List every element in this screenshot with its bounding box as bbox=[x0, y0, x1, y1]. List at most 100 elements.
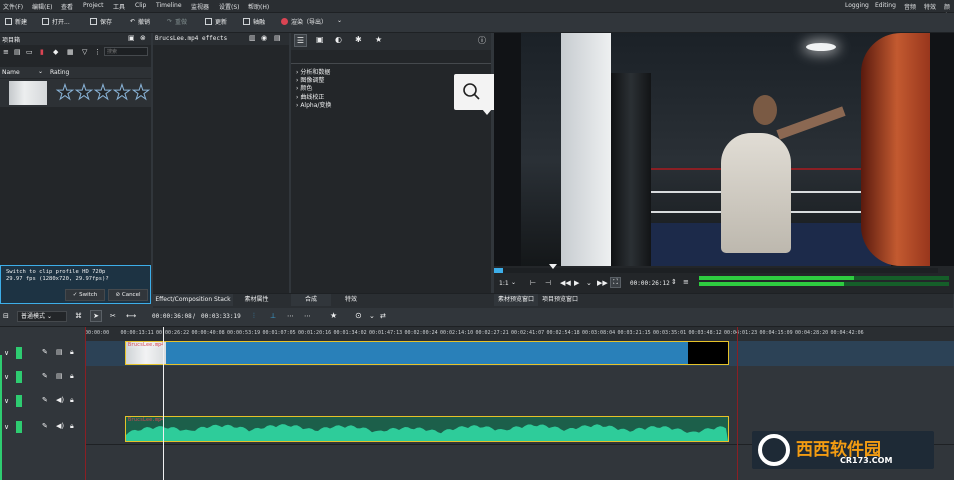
new-button[interactable]: 新建 bbox=[5, 17, 27, 26]
monitor-timecode[interactable]: 00:00:26:12 bbox=[630, 280, 670, 287]
speaker-icon[interactable]: ◀) bbox=[56, 422, 64, 430]
tab-effects[interactable]: 特效 bbox=[331, 294, 371, 306]
fast-forward-icon[interactable]: ▶▶ bbox=[597, 279, 608, 287]
open-button[interactable]: 打开... bbox=[42, 17, 70, 26]
set-out-icon[interactable]: ⊣ bbox=[545, 279, 551, 287]
col-sort-icon[interactable]: ⌄ bbox=[38, 68, 43, 75]
tab-clip-monitor[interactable]: 素材预览窗口 bbox=[494, 294, 538, 306]
list-icon[interactable]: ☰ bbox=[294, 34, 307, 47]
timeline-playhead[interactable] bbox=[163, 327, 164, 480]
tab-clip-properties[interactable]: 素材属性 bbox=[233, 294, 280, 306]
close-icon[interactable]: ⊗ bbox=[140, 34, 146, 42]
video-effects-icon[interactable]: ▣ bbox=[316, 35, 324, 44]
effects-category[interactable]: › 颜色 bbox=[296, 83, 312, 92]
rating-star-5[interactable]: ★ bbox=[132, 82, 151, 103]
lock-icon[interactable]: 🔒︎ bbox=[70, 422, 74, 431]
lock-icon[interactable]: 🔒︎ bbox=[70, 348, 74, 357]
workspace-editing[interactable]: Editing bbox=[875, 2, 896, 9]
zoom-select[interactable]: 1:1 bbox=[499, 280, 509, 287]
edit-icon[interactable]: ✎ bbox=[42, 422, 48, 430]
track-lane-v1[interactable] bbox=[85, 366, 954, 391]
lock-icon[interactable]: 🔒︎ bbox=[70, 396, 74, 405]
render-button[interactable]: 渲染（导出） bbox=[281, 17, 327, 26]
audio-effects-icon[interactable]: ◐ bbox=[335, 35, 342, 44]
menu-settings[interactable]: 设置(S) bbox=[219, 2, 240, 11]
target-icon[interactable]: ⊙ bbox=[355, 311, 362, 320]
list-view-icon[interactable]: ▦ bbox=[67, 48, 74, 56]
rating-star-3[interactable]: ★ bbox=[94, 82, 113, 103]
filter-icon[interactable]: ▽ bbox=[82, 48, 87, 56]
menu-icon[interactable]: ≡ bbox=[683, 278, 689, 286]
workspace-audio[interactable]: 音频 bbox=[904, 2, 916, 11]
edit-icon[interactable]: ✎ bbox=[42, 372, 48, 380]
workspace-effects[interactable]: 特效 bbox=[924, 2, 936, 11]
tab-project-monitor[interactable]: 项目预览窗口 bbox=[538, 294, 582, 306]
lock-icon[interactable]: 🔒︎ bbox=[70, 372, 74, 381]
undo-button[interactable]: ↶ 撤销 bbox=[130, 17, 150, 26]
cancel-button[interactable]: ⊘ Cancel bbox=[108, 289, 148, 301]
chevron-down-icon[interactable]: ⌄ bbox=[511, 279, 516, 286]
col-name[interactable]: Name bbox=[2, 69, 20, 76]
video-toggle-icon[interactable]: ▤ bbox=[56, 348, 63, 356]
save-effect-icon[interactable]: ▤ bbox=[274, 34, 281, 42]
track-target-indicator[interactable] bbox=[16, 395, 22, 407]
menu-edit[interactable]: 编辑(E) bbox=[32, 2, 52, 11]
collapse-icon[interactable]: ∨ bbox=[4, 373, 9, 381]
tab-compositions[interactable]: 合成 bbox=[291, 294, 331, 306]
menu-view[interactable]: 查看 bbox=[61, 2, 73, 11]
split-icon[interactable]: ▥ bbox=[249, 34, 256, 42]
menu-clip[interactable]: Clip bbox=[135, 2, 146, 9]
track-target-indicator[interactable] bbox=[16, 421, 22, 433]
workspace-logging[interactable]: Logging bbox=[845, 2, 869, 9]
col-rating[interactable]: Rating bbox=[50, 69, 69, 76]
float-icon[interactable]: ▣ bbox=[128, 34, 135, 42]
chevron-down-icon[interactable]: ⌄ bbox=[586, 279, 592, 287]
collapse-icon[interactable]: ∨ bbox=[4, 423, 9, 431]
monitor-position-bar[interactable] bbox=[494, 268, 938, 273]
track-lane-a1[interactable] bbox=[85, 390, 954, 415]
insert-icon[interactable]: ⫶ bbox=[253, 312, 255, 321]
play-icon[interactable]: ▶ bbox=[574, 279, 579, 287]
edit-icon[interactable]: ✎ bbox=[42, 396, 48, 404]
overwrite-icon[interactable]: ⊥ bbox=[270, 312, 276, 320]
rating-star-1[interactable]: ★ bbox=[56, 82, 75, 103]
playhead-marker[interactable] bbox=[549, 264, 557, 269]
video-toggle-icon[interactable]: ▤ bbox=[56, 372, 63, 380]
favorite-icon[interactable]: ★ bbox=[375, 35, 382, 44]
redo-button[interactable]: ↷ 重做 bbox=[167, 17, 187, 26]
menu-file[interactable]: 文件(F) bbox=[3, 2, 23, 11]
collapse-icon[interactable]: ∨ bbox=[4, 349, 9, 357]
bin-search-input[interactable] bbox=[104, 47, 148, 56]
folder-icon[interactable]: ▭ bbox=[26, 48, 33, 56]
effects-category[interactable]: › Alpha/变换 bbox=[296, 100, 331, 109]
edit-mode-select[interactable]: 普通模式 ⌄ bbox=[17, 311, 67, 322]
render-dropdown[interactable]: ⌄ bbox=[337, 17, 342, 24]
search-icon[interactable] bbox=[462, 82, 482, 102]
snap-icon[interactable]: ⌘ bbox=[75, 312, 82, 320]
selection-tool-icon[interactable]: ➤ bbox=[90, 310, 102, 322]
rewind-icon[interactable]: ◀◀ bbox=[560, 279, 571, 287]
spin-icon[interactable]: ⇕ bbox=[671, 278, 677, 286]
paste-button[interactable]: 轴融 bbox=[243, 17, 265, 26]
info-icon[interactable]: ⓘ bbox=[478, 35, 486, 46]
menu-tools[interactable]: 工具 bbox=[113, 2, 125, 11]
favorite-icon[interactable]: ★ bbox=[330, 311, 337, 320]
menu-project[interactable]: Project bbox=[83, 2, 104, 9]
edit-icon[interactable]: ✎ bbox=[42, 348, 48, 356]
options-icon[interactable]: ⋮ bbox=[94, 48, 101, 56]
speaker-icon[interactable]: ◀) bbox=[56, 396, 64, 404]
eye-icon[interactable]: ◉ bbox=[261, 34, 267, 42]
add-clip-icon[interactable]: ▤ bbox=[14, 48, 21, 56]
audio-clip[interactable]: BrucsLee.mp4 bbox=[125, 416, 729, 442]
track-target-indicator[interactable] bbox=[16, 347, 22, 359]
custom-effects-icon[interactable]: ✱ bbox=[355, 35, 362, 44]
rating-star-2[interactable]: ★ bbox=[75, 82, 94, 103]
spacer-tool-icon[interactable]: ⟷ bbox=[126, 312, 136, 320]
tab-effect-stack[interactable]: Effect/Composition Stack bbox=[153, 294, 233, 306]
razor-tool-icon[interactable]: ✂ bbox=[110, 312, 116, 320]
menu-help[interactable]: 帮助(H) bbox=[248, 2, 269, 11]
fullscreen-icon[interactable]: ⛶ bbox=[610, 277, 621, 288]
track-options-icon[interactable]: ⊟ bbox=[3, 312, 9, 320]
collapse-icon[interactable]: ∨ bbox=[4, 397, 9, 405]
extract-icon[interactable]: ⋯ bbox=[287, 312, 294, 320]
